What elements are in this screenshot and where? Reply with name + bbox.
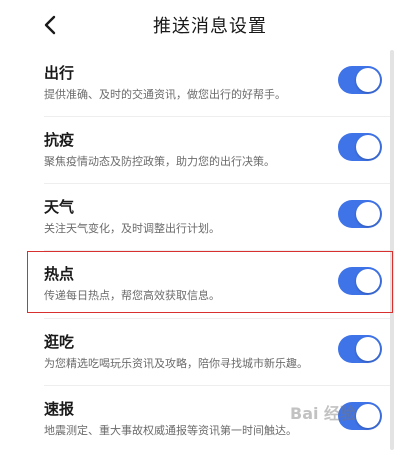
- header: 推送消息设置: [0, 0, 420, 50]
- travel-toggle[interactable]: [338, 66, 382, 94]
- setting-title: 抗疫: [44, 131, 75, 149]
- weather-toggle[interactable]: [338, 200, 382, 228]
- setting-title: 出行: [44, 64, 75, 82]
- page-title: 推送消息设置: [153, 16, 267, 37]
- toggle-knob: [356, 68, 380, 92]
- setting-description: 提供准确、及时的交通资讯，做您出行的好帮手。: [44, 88, 286, 101]
- scrollbar[interactable]: [390, 50, 394, 450]
- setting-description: 关注天气变化，及时调整出行计划。: [44, 222, 220, 235]
- highlight-box: [27, 251, 393, 313]
- setting-description: 为您精选吃喝玩乐资讯及攻略，陪你寻找城市新乐趣。: [44, 357, 308, 370]
- setting-description: 地震测定、重大事故权威通报等资讯第一时间触达。: [44, 424, 297, 437]
- epidemic-toggle[interactable]: [338, 133, 382, 161]
- toggle-knob: [356, 337, 380, 361]
- toggle-knob: [356, 135, 380, 159]
- setting-row-epidemic: 抗疫 聚焦疫情动态及防控政策，助力您的出行决策。: [28, 117, 390, 183]
- setting-description: 聚焦疫情动态及防控政策，助力您的出行决策。: [44, 155, 275, 168]
- setting-row-weather: 天气 关注天气变化，及时调整出行计划。: [28, 184, 390, 250]
- toggle-knob: [356, 202, 380, 226]
- setting-title: 逛吃: [44, 333, 75, 351]
- setting-title: 天气: [44, 198, 75, 216]
- setting-row-food: 逛吃 为您精选吃喝玩乐资讯及攻略，陪你寻找城市新乐趣。: [28, 319, 390, 385]
- setting-row-travel: 出行 提供准确、及时的交通资讯，做您出行的好帮手。: [28, 50, 390, 116]
- food-toggle[interactable]: [338, 335, 382, 363]
- toggle-knob: [356, 404, 380, 428]
- watermark: Bai 经验: [290, 404, 357, 423]
- setting-title: 速报: [44, 400, 75, 418]
